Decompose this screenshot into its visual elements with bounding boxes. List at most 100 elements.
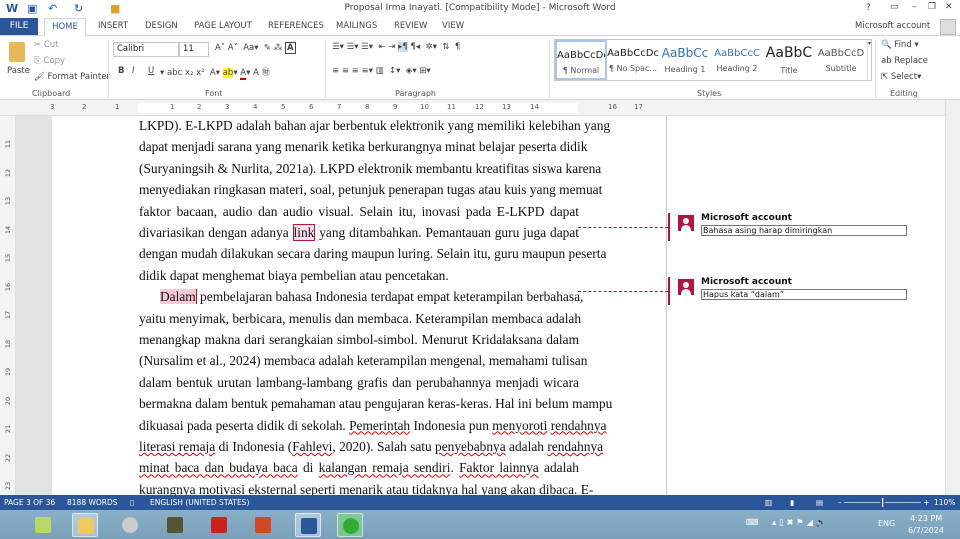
tab-home[interactable]: HOME [44, 18, 86, 37]
tab-insert[interactable]: INSERT [98, 21, 128, 31]
select-button[interactable]: ⇱ Select▾ [881, 72, 921, 82]
ruler-number: 16 [608, 103, 617, 111]
ruler-number: 13 [502, 103, 511, 111]
document-line: (Nursalim et al., 2024) membaca adalah k… [139, 353, 588, 369]
style-normal[interactable]: AaBbCcDc ¶ Normal [555, 40, 607, 80]
ruler-number: 11 [4, 139, 13, 149]
underline-button[interactable]: U [148, 66, 154, 76]
taskbar-pdf[interactable] [206, 513, 232, 537]
style-name: Heading 1 [664, 65, 706, 74]
zoom-level[interactable]: 110% [934, 498, 955, 507]
style-name: ¶ No Spac... [608, 64, 658, 73]
tab-page-layout[interactable]: PAGE LAYOUT [194, 21, 252, 31]
alignment-buttons[interactable]: ≡ ≡ ≡ ≡▾ ▥ ↕▾ ◈▾ ⊞▾ [332, 66, 431, 76]
font-size-box[interactable]: 11 [179, 42, 209, 57]
proofing-icon[interactable]: ▯ [130, 498, 134, 507]
ruler-number: 5 [281, 103, 286, 111]
font-effects-buttons[interactable]: ▾ abc x₂ x² A▾ ab▾ A▾ A ㊖ [160, 66, 270, 80]
italic-button[interactable]: I [132, 66, 135, 76]
format-painter-button[interactable]: 🖌 Format Painter [34, 72, 110, 82]
taskbar-media[interactable] [162, 513, 188, 537]
comment-text[interactable]: Bahasa asing harap dimiringkan [701, 225, 907, 236]
ribbon-display-button[interactable]: ▭ [890, 2, 899, 12]
word-count[interactable]: 8188 WORDS [67, 498, 118, 507]
taskbar-sticky-notes[interactable] [30, 513, 56, 537]
style-heading-1[interactable]: AaBbCc Heading 1 [659, 40, 711, 80]
clock-date[interactable]: 6/7/2024 [908, 526, 944, 535]
style-heading-2[interactable]: AaBbCcC Heading 2 [711, 40, 763, 80]
tab-view[interactable]: VIEW [442, 21, 464, 31]
document-line: menangkap makna dari serangkaian simbol-… [139, 332, 579, 347]
tab-design[interactable]: DESIGN [145, 21, 178, 31]
style-title[interactable]: AaBbC Title [763, 40, 815, 80]
style-name: Title [780, 66, 798, 75]
document-line: (Suryaningsih & Nurlita, 2021a). LKPD el… [139, 160, 602, 176]
taskbar-explorer[interactable] [72, 513, 98, 537]
page-count[interactable]: PAGE 3 OF 36 [4, 498, 55, 507]
taskbar-powerpoint[interactable] [250, 513, 276, 537]
cut-button[interactable]: ✂ Cut [34, 40, 58, 50]
taskbar-webcam[interactable] [117, 513, 143, 537]
find-button[interactable]: 🔍 Find ▾ [881, 40, 919, 50]
horizontal-ruler[interactable]: 3 2 1 1 2 3 4 5 6 7 8 9 10 11 12 13 14 16 17 [0, 100, 960, 116]
group-paragraph-label: Paragraph [395, 89, 436, 98]
close-button[interactable]: ✕ [945, 2, 953, 12]
font-name-box[interactable]: Calibri [113, 42, 179, 57]
account-avatar[interactable] [940, 19, 956, 35]
find-label: Find [894, 40, 912, 50]
document-line: faktor bacaan, audio dan audio visual. S… [139, 203, 579, 219]
clock-time[interactable]: 4:23 PM [910, 514, 942, 523]
ruler-number: 2 [197, 103, 202, 111]
tray-icons[interactable]: ▴ ▯ ✖ ⚑ ◢ 🔈 [772, 518, 826, 528]
vertical-scrollbar[interactable] [945, 100, 960, 495]
zoom-slider[interactable]: – ────────┃──────── + [838, 498, 930, 507]
document-line: LKPD). E-LKPD adalah bahan ajar berbentu… [139, 118, 611, 133]
style-subtitle[interactable]: AaBbCcD Subtitle [815, 40, 867, 80]
help-button[interactable]: ? [866, 3, 871, 13]
taskbar-word[interactable] [295, 513, 321, 537]
comment-connector [578, 291, 668, 292]
style-no-spacing[interactable]: AaBbCcDc ¶ No Spac... [607, 40, 659, 80]
comment[interactable]: Microsoft account Bahasa asing harap dim… [668, 213, 918, 241]
paste-button[interactable]: Paste [7, 66, 30, 76]
paste-icon [9, 42, 25, 62]
comment-anchor[interactable]: Dalam [160, 289, 197, 305]
taskbar-chrome[interactable] [337, 513, 363, 537]
style-preview: AaBbCcDc [557, 50, 605, 61]
style-preview: AaBbCc [661, 46, 709, 60]
print-layout-icon[interactable]: ▮ [790, 498, 794, 507]
replace-button[interactable]: ab Replace [881, 56, 928, 66]
divider [108, 40, 109, 98]
comment-text[interactable]: Hapus kata “dalam” [701, 289, 907, 300]
minimize-button[interactable]: – [912, 2, 917, 12]
ribbon: Paste ✂ Cut ⎘ Copy 🖌 Format Painter Clip… [0, 36, 960, 100]
tab-file[interactable]: FILE [0, 18, 38, 35]
input-language[interactable]: ENG [878, 519, 895, 528]
vertical-ruler[interactable]: 11 12 13 14 15 16 17 18 19 20 21 22 23 [0, 116, 16, 495]
ruler-text-area [138, 103, 578, 113]
ruler-number: 14 [4, 225, 13, 234]
bold-button[interactable]: B [118, 66, 124, 76]
comment[interactable]: Microsoft account Hapus kata “dalam” [668, 277, 918, 305]
copy-button[interactable]: ⎘ Copy [34, 56, 65, 66]
document-line: minat baca dan budaya baca di kalangan r… [139, 460, 579, 476]
style-name: Heading 2 [716, 64, 758, 73]
restore-button[interactable]: ❐ [928, 2, 936, 12]
web-layout-icon[interactable]: ▤ [816, 498, 823, 507]
ruler-number: 13 [4, 196, 13, 206]
keyboard-icon[interactable]: ⌨ [746, 518, 758, 528]
styles-scroll[interactable]: ▾ [867, 40, 872, 80]
comment-anchor[interactable]: link [292, 224, 316, 241]
ruler-number: 12 [475, 103, 484, 111]
tab-mailings[interactable]: MAILINGS [336, 21, 377, 31]
account-name[interactable]: Microsoft account [855, 21, 930, 31]
replace-label: Replace [894, 56, 928, 66]
grow-font-button[interactable]: A˄ A˅ Aa▾ ✎ ⁂ A [215, 42, 296, 54]
tab-references[interactable]: REFERENCES [268, 21, 324, 31]
read-mode-icon[interactable]: ▥ [765, 498, 772, 507]
status-bar: PAGE 3 OF 36 8188 WORDS ▯ ENGLISH (UNITE… [0, 495, 960, 510]
list-buttons[interactable]: ☰▾ ☰▾ ☰▾ ⇤ ⇥ ▸¶ ¶◂ ✲▾ ⇅ ¶ [332, 42, 460, 52]
language[interactable]: ENGLISH (UNITED STATES) [150, 498, 249, 507]
tab-review[interactable]: REVIEW [394, 21, 427, 31]
ruler-number: 7 [337, 103, 342, 111]
